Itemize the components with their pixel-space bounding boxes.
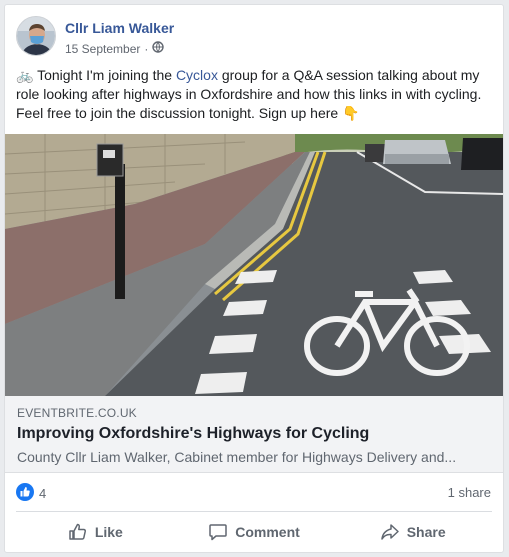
link-domain: EVENTBRITE.CO.UK xyxy=(17,406,137,420)
share-button[interactable]: Share xyxy=(333,515,492,549)
thumbs-up-icon xyxy=(68,522,88,542)
globe-icon[interactable] xyxy=(152,41,165,56)
share-icon xyxy=(380,522,400,542)
comment-label: Comment xyxy=(235,524,300,540)
link-preview[interactable]: EVENTBRITE.CO.UK Improving Oxfordshire's… xyxy=(5,396,503,473)
like-reaction-icon xyxy=(16,483,34,504)
post-date[interactable]: 15 September xyxy=(65,42,140,56)
post-text: 🚲 Tonight I'm joining the Cyclox group f… xyxy=(16,66,493,123)
comment-icon xyxy=(208,522,228,542)
action-bar: Like Comment Share xyxy=(16,515,492,549)
reactions[interactable]: 4 xyxy=(16,483,46,504)
like-count: 4 xyxy=(39,486,47,501)
cyclox-link[interactable]: Cyclox xyxy=(176,67,218,83)
avatar[interactable] xyxy=(16,16,56,56)
link-title[interactable]: Improving Oxfordshire's Highways for Cyc… xyxy=(17,425,369,443)
post-stats: 4 1 share xyxy=(16,483,493,503)
meta-separator: · xyxy=(144,41,149,56)
author-name[interactable]: Cllr Liam Walker xyxy=(65,20,174,36)
link-description: County Cllr Liam Walker, Cabinet member … xyxy=(17,449,457,465)
post-meta: 15 September · xyxy=(65,41,165,56)
comment-button[interactable]: Comment xyxy=(175,515,334,549)
share-count[interactable]: 1 share xyxy=(448,485,491,500)
post-text-prefix: 🚲 Tonight I'm joining the xyxy=(16,67,176,83)
link-preview-image[interactable] xyxy=(5,134,503,396)
like-label: Like xyxy=(94,524,123,540)
like-button[interactable]: Like xyxy=(16,515,175,549)
post-card: Cllr Liam Walker 15 September · 🚲 Tonigh… xyxy=(4,4,504,553)
post-header: Cllr Liam Walker 15 September · xyxy=(16,16,493,60)
actions-divider xyxy=(16,511,492,512)
share-label: Share xyxy=(406,524,446,540)
